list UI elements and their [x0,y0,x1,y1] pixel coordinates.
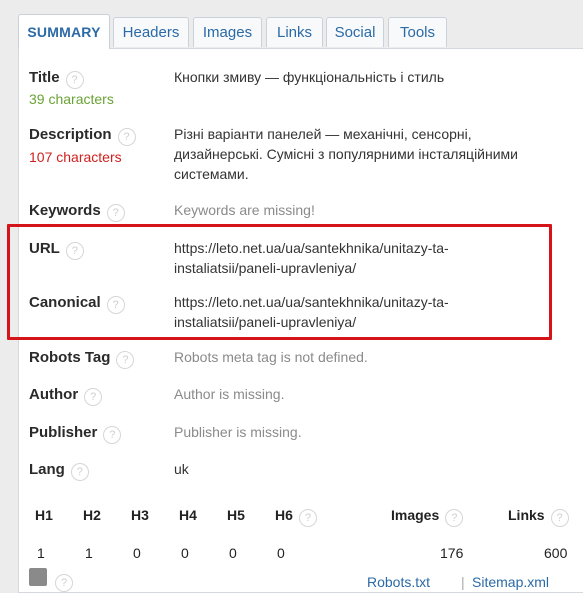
help-icon[interactable]: ? [106,204,125,223]
stat-value-h5: 0 [229,545,237,561]
lang-value: uk [174,461,189,477]
tab-social[interactable]: Social [326,17,384,47]
lang-label: Lang? [29,461,89,482]
help-icon[interactable]: ? [70,463,89,482]
author-value: Author is missing. [174,386,285,402]
tab-summary[interactable]: SUMMARY [18,14,110,49]
stat-value-h1: 1 [37,545,45,561]
summary-panel: Title? 39 characters Кнопки змиву — функ… [7,48,583,593]
stat-header-h6: H6? [275,507,317,528]
robots-tag-label: Robots Tag? [29,349,135,370]
help-icon[interactable]: ? [116,351,135,370]
tab-tools[interactable]: Tools [388,17,447,47]
keywords-label: Keywords? [29,202,125,223]
help-icon[interactable]: ? [445,509,464,528]
robots-tag-value: Robots meta tag is not defined. [174,349,368,365]
stat-header-h1: H1 [35,507,53,523]
tab-bar: SUMMARY Headers Images Links Social Tool… [0,0,583,49]
publisher-value: Publisher is missing. [174,424,302,440]
stat-header-h3: H3 [131,507,149,523]
stat-value-images: 176 [440,545,464,561]
help-icon[interactable]: ? [298,509,317,528]
description-char-count: 107 characters [29,149,122,165]
title-value: Кнопки змиву — функціональність і стиль [174,69,445,85]
keywords-value: Keywords are missing! [174,202,315,218]
stat-header-h5: H5 [227,507,245,523]
stat-value-h2: 1 [85,545,93,561]
stat-header-images: Images? [391,507,464,528]
highlight-box [7,224,552,340]
tab-images[interactable]: Images [193,17,262,47]
stat-header-h4: H4 [179,507,197,523]
footer-separator: | [461,574,465,590]
title-char-count: 39 characters [29,91,114,107]
help-icon[interactable]: ? [84,388,103,407]
stat-value-h6: 0 [277,545,285,561]
help-icon[interactable]: ? [117,128,136,147]
help-icon[interactable]: ? [103,426,122,445]
description-label: Description? [29,126,136,147]
sitemap-xml-link[interactable]: Sitemap.xml [472,574,549,590]
robots-txt-link[interactable]: Robots.txt [367,574,430,590]
stat-value-h4: 0 [181,545,189,561]
tab-headers[interactable]: Headers [113,17,189,47]
stat-header-h2: H2 [83,507,101,523]
help-icon[interactable]: ? [550,509,569,528]
title-label: Title? [29,69,84,90]
stat-value-h3: 0 [133,545,141,561]
help-icon[interactable]: ? [65,71,84,90]
author-label: Author? [29,386,103,407]
stat-header-links: Links? [508,507,569,528]
stat-value-links: 600 [544,545,568,561]
help-icon[interactable]: ? [55,574,73,592]
description-value: Різні варіанти панелей — механічні, сенс… [174,126,518,182]
publisher-label: Publisher? [29,424,122,445]
tab-links[interactable]: Links [266,17,323,47]
check-icon[interactable] [29,568,47,586]
